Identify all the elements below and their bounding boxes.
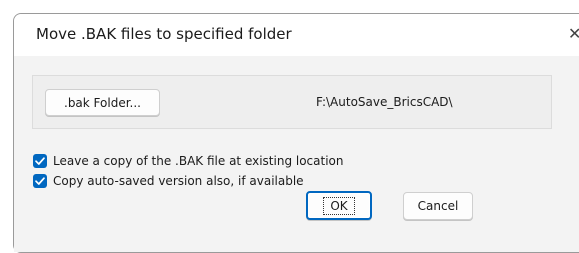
ok-button[interactable]: OK xyxy=(306,191,372,220)
copy-autosave-option[interactable]: Copy auto-saved version also, if availab… xyxy=(33,174,304,188)
copy-autosave-label: Copy auto-saved version also, if availab… xyxy=(53,174,304,188)
dialog-title: Move .BAK files to specified folder xyxy=(36,25,292,43)
leave-copy-label: Leave a copy of the .BAK file at existin… xyxy=(53,154,344,168)
title-bar: Move .BAK files to specified folder ✕ xyxy=(14,14,579,56)
dialog-content: .bak Folder... F:\AutoSave_BricsCAD\ Lea… xyxy=(14,56,579,252)
copy-autosave-checkbox[interactable] xyxy=(33,174,47,188)
bak-folder-button[interactable]: .bak Folder... xyxy=(45,89,160,116)
folder-path-label: F:\AutoSave_BricsCAD\ xyxy=(316,95,453,109)
ok-button-label: OK xyxy=(323,196,355,215)
checkmark-icon xyxy=(35,177,45,185)
leave-copy-checkbox[interactable] xyxy=(33,154,47,168)
move-bak-dialog: Move .BAK files to specified folder ✕ .b… xyxy=(13,13,579,253)
cancel-button[interactable]: Cancel xyxy=(403,192,473,220)
leave-copy-option[interactable]: Leave a copy of the .BAK file at existin… xyxy=(33,154,344,168)
checkmark-icon xyxy=(35,157,45,165)
close-icon[interactable]: ✕ xyxy=(568,24,579,44)
